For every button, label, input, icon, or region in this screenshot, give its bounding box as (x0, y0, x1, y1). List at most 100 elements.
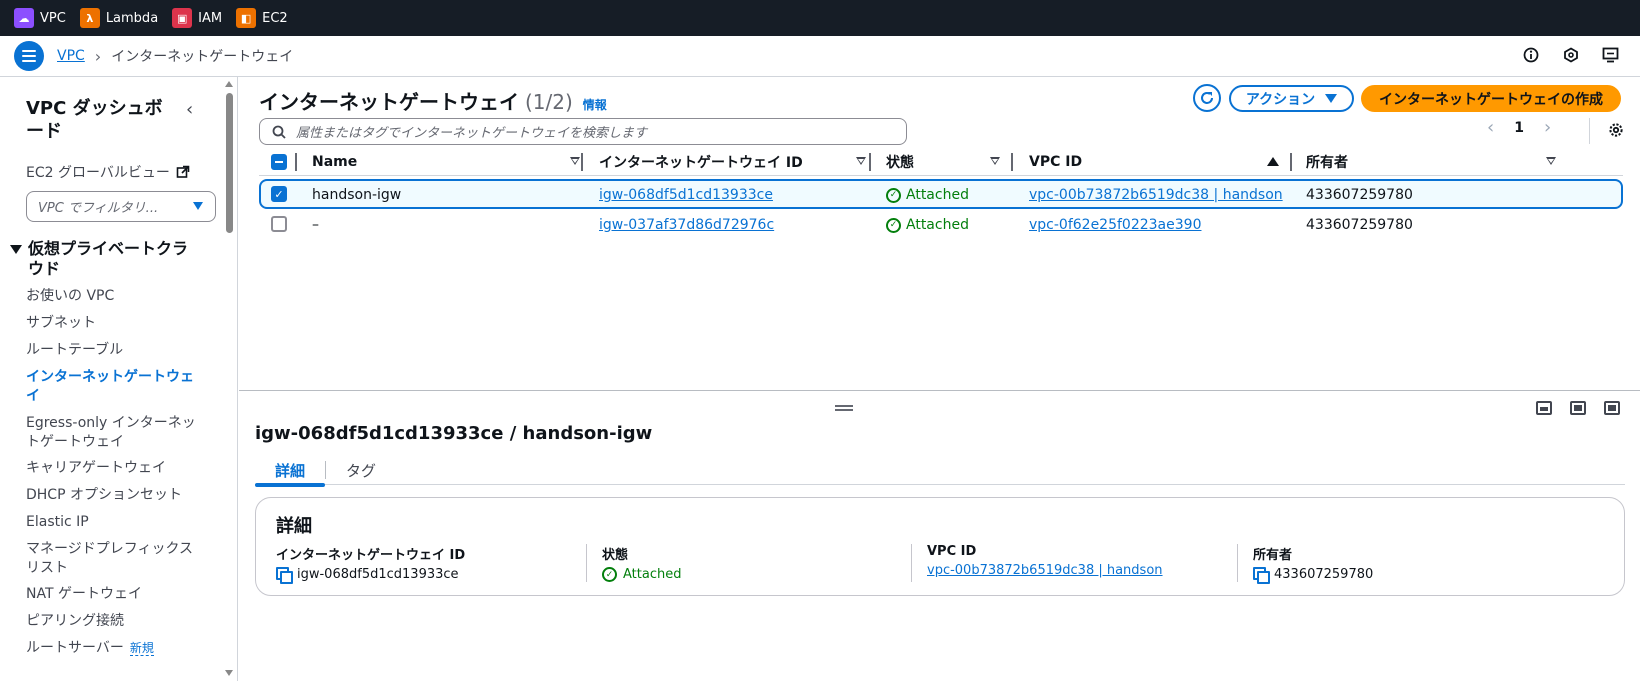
divider (586, 544, 587, 582)
hamburger-menu-icon[interactable] (14, 41, 44, 71)
table-row[interactable]: – igw-037af37d86d72976c ✓ Attached vpc-0f… (259, 209, 1623, 239)
column-divider[interactable] (581, 153, 583, 171)
check-circle-icon: ✓ (886, 187, 901, 203)
feedback-screen-icon[interactable] (1600, 44, 1622, 66)
utility-icons (1520, 44, 1622, 66)
main-content: インターネットゲートウェイ (1/2) 情報 アクション インターネットゲートウ… (239, 77, 1640, 681)
sidebar-title[interactable]: VPC ダッシュボード (26, 97, 166, 143)
security-hexagon-icon[interactable] (1560, 44, 1582, 66)
row-checkbox[interactable] (271, 216, 287, 232)
sidebar-item-dhcp-option-sets[interactable]: DHCP オプションセット (26, 486, 196, 505)
details-card: 詳細 インターネットゲートウェイ ID igw-068df5d1cd13933c… (255, 497, 1625, 596)
column-divider[interactable] (295, 153, 297, 171)
vpc-id-link[interactable]: vpc-00b73872b6519dc38 | handson (927, 563, 1163, 578)
sort-icon[interactable] (990, 157, 1000, 165)
column-header-state[interactable]: 状態 (886, 148, 1000, 176)
row-checkbox[interactable]: ✓ (271, 186, 287, 202)
sort-icon[interactable] (856, 157, 866, 165)
sidebar-scrollbar[interactable] (225, 79, 233, 679)
sidebar-item-subnets[interactable]: サブネット (26, 314, 196, 333)
check-circle-icon: ✓ (602, 567, 617, 582)
column-divider[interactable] (869, 153, 871, 171)
column-divider[interactable] (1011, 153, 1013, 171)
actions-button[interactable]: アクション (1229, 85, 1354, 112)
detail-tabs: 詳細 タグ (255, 455, 1625, 487)
sidebar-section-vpc[interactable]: 仮想プライベートクラウド (10, 239, 200, 279)
row-vpc-link[interactable]: vpc-0f62e25f0223ae390 (1029, 217, 1201, 233)
breadcrumb: VPC › インターネットゲートウェイ (57, 46, 293, 66)
panel-full-icon[interactable] (1604, 401, 1620, 415)
sidebar-item-peering-connections[interactable]: ピアリング接続 (26, 612, 196, 631)
ec2-service-icon: ◧ (236, 8, 257, 28)
row-state: ✓ Attached (886, 217, 969, 233)
sidebar-item-route-servers[interactable]: ルートサーバー 新規 (26, 639, 196, 658)
favorite-iam[interactable]: ▣ IAM (172, 8, 222, 28)
row-igw-id-link[interactable]: igw-037af37d86d72976c (599, 217, 774, 233)
scrollbar-thumb[interactable] (226, 93, 233, 233)
chevron-left-icon[interactable]: ‹ (1487, 117, 1494, 138)
drag-handle-icon[interactable] (835, 405, 853, 411)
scroll-down-icon[interactable] (225, 670, 233, 676)
new-badge: 新規 (129, 641, 154, 656)
favorite-lambda[interactable]: λ Lambda (79, 8, 158, 28)
column-header-name[interactable]: Name (312, 148, 580, 176)
refresh-button[interactable] (1193, 84, 1221, 112)
favorite-ec2[interactable]: ◧ EC2 (236, 8, 288, 28)
scroll-up-icon[interactable] (225, 81, 233, 87)
column-header-owner[interactable]: 所有者 (1306, 148, 1556, 176)
copy-icon[interactable] (276, 567, 293, 584)
field-state: 状態 ✓ Attached (602, 548, 682, 582)
sort-icon[interactable] (1546, 157, 1556, 165)
row-owner: 433607259780 (1306, 217, 1413, 233)
caret-down-icon (10, 245, 22, 254)
sidebar-item-ec2-global-view[interactable]: EC2 グローバルビュー (26, 162, 190, 182)
select-all-checkbox[interactable] (271, 148, 287, 176)
info-icon[interactable] (1520, 44, 1542, 66)
split-panel-divider (239, 390, 1640, 391)
search-input[interactable]: 属性またはタグでインターネットゲートウェイを検索します (259, 118, 907, 145)
check-circle-icon: ✓ (886, 217, 901, 233)
field-vpc-id: VPC ID vpc-00b73872b6519dc38 | handson (927, 544, 1163, 578)
sidebar-item-carrier-gateways[interactable]: キャリアゲートウェイ (26, 459, 196, 478)
column-header-igw-id[interactable]: インターネットゲートウェイ ID (599, 148, 866, 176)
row-state: ✓ Attached (886, 187, 969, 203)
panel-side-icon[interactable] (1570, 401, 1586, 415)
row-name: – (312, 217, 319, 233)
sidebar-item-egress-only-igw[interactable]: Egress-only インターネットゲートウェイ (26, 414, 196, 452)
pagination: ‹ 1 › (1487, 117, 1551, 138)
vpc-filter-select[interactable]: VPC でフィルタリ... (26, 191, 216, 222)
internet-gateways-table: Name インターネットゲートウェイ ID 状態 VPC ID 所有者 ✓ ha… (259, 148, 1623, 233)
sidebar-item-your-vpcs[interactable]: お使いの VPC (26, 287, 196, 306)
selection-count: (1/2) (525, 90, 573, 114)
breadcrumb-current: インターネットゲートウェイ (111, 49, 294, 65)
column-divider[interactable] (1290, 153, 1292, 171)
panel-bottom-icon[interactable] (1536, 401, 1552, 415)
table-row[interactable]: ✓ handson-igw igw-068df5d1cd13933ce ✓ Att… (259, 179, 1623, 209)
tab-details[interactable]: 詳細 (255, 455, 326, 487)
sidebar-item-nat-gateways[interactable]: NAT ゲートウェイ (26, 585, 196, 604)
info-link[interactable]: 情報 (583, 96, 607, 113)
current-page[interactable]: 1 (1514, 120, 1524, 136)
sort-ascending-icon[interactable] (1267, 157, 1279, 166)
tab-tags[interactable]: タグ (326, 455, 396, 485)
refresh-icon (1201, 92, 1213, 104)
sidebar-item-route-tables[interactable]: ルートテーブル (26, 341, 196, 360)
sidebar-item-internet-gateways[interactable]: インターネットゲートウェイ (26, 368, 196, 406)
breadcrumb-vpc-link[interactable]: VPC (57, 48, 85, 64)
sidebar-item-elastic-ip[interactable]: Elastic IP (26, 513, 196, 532)
chevron-left-icon[interactable]: ‹ (186, 99, 193, 120)
detail-title: igw-068df5d1cd13933ce / handson-igw (255, 423, 653, 444)
sidebar: VPC ダッシュボード ‹ EC2 グローバルビュー VPC でフィルタリ...… (0, 77, 238, 681)
sort-icon[interactable] (570, 157, 580, 165)
sidebar-item-managed-prefix-lists[interactable]: マネージドプレフィックスリスト (26, 540, 196, 578)
row-igw-id-link[interactable]: igw-068df5d1cd13933ce (599, 187, 773, 203)
chevron-right-icon[interactable]: › (1544, 117, 1551, 138)
chevron-right-icon: › (94, 46, 102, 66)
favorite-vpc[interactable]: ☁ VPC (14, 8, 66, 28)
column-header-vpc-id[interactable]: VPC ID (1029, 148, 1279, 176)
gear-icon[interactable] (1605, 119, 1627, 141)
external-link-icon (176, 165, 190, 178)
create-internet-gateway-button[interactable]: インターネットゲートウェイの作成 (1361, 85, 1621, 112)
copy-icon[interactable] (1253, 567, 1270, 584)
row-vpc-link[interactable]: vpc-00b73872b6519dc38 | handson (1029, 187, 1283, 203)
